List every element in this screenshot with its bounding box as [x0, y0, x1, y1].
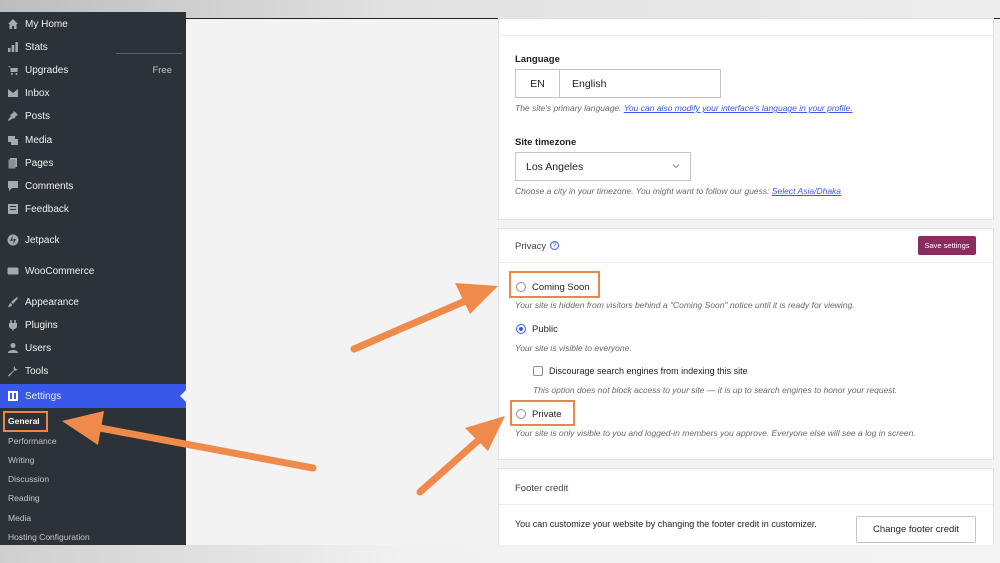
- divider: [499, 35, 993, 36]
- sidebar-item-feedback[interactable]: Feedback: [0, 198, 186, 220]
- language-label: Language: [515, 54, 560, 65]
- submenu-media[interactable]: Media: [8, 513, 31, 523]
- sidebar-item-stats[interactable]: Stats: [0, 36, 186, 58]
- timezone-hint: Choose a city in your timezone. You migh…: [515, 186, 841, 196]
- sidebar-item-label: WooCommerce: [25, 265, 95, 277]
- plugin-icon: [6, 319, 20, 331]
- jetpack-icon: [6, 234, 20, 246]
- comment-icon: [6, 180, 20, 192]
- stats-icon: [6, 41, 20, 53]
- sidebar-item-label: Posts: [25, 110, 51, 122]
- submenu-hosting-configuration[interactable]: Hosting Configuration: [8, 532, 90, 542]
- coming-soon-highlight-box: [509, 271, 600, 298]
- sidebar-item-settings[interactable]: Settings: [0, 384, 186, 408]
- pin-icon: [6, 110, 20, 122]
- language-name: English: [572, 77, 607, 90]
- woo-icon: [6, 265, 20, 277]
- footer-credit-title: Footer credit: [515, 483, 569, 494]
- timezone-value: Los Angeles: [526, 160, 584, 173]
- change-footer-credit-button[interactable]: Change footer credit: [856, 516, 976, 543]
- discourage-search-checkbox[interactable]: [533, 366, 543, 376]
- pages-icon: [6, 157, 20, 169]
- sidebar: My Home Stats Upgrades Free Inbox Posts …: [0, 12, 186, 545]
- timezone-hint-text: Choose a city in your timezone. You migh…: [515, 186, 770, 196]
- profile-language-link[interactable]: You can also modify your interface's lan…: [624, 103, 853, 113]
- public-radio[interactable]: [516, 324, 526, 334]
- sidebar-item-inbox[interactable]: Inbox: [0, 82, 186, 104]
- sidebar-item-my-home[interactable]: My Home: [0, 13, 186, 35]
- select-timezone-guess-link[interactable]: Select Asia/Dhaka: [772, 186, 841, 196]
- public-desc: Your site is visible to everyone.: [515, 343, 632, 353]
- footer-credit-panel: Footer credit You can customize your web…: [498, 468, 994, 548]
- sidebar-item-label: Upgrades: [25, 64, 69, 76]
- save-settings-button[interactable]: Save settings: [918, 236, 976, 255]
- sidebar-item-label: Media: [25, 134, 53, 146]
- private-desc: Your site is only visible to you and log…: [515, 428, 916, 438]
- sidebar-item-upgrades[interactable]: Upgrades Free: [0, 59, 186, 81]
- discourage-search-label: Discourage search engines from indexing …: [549, 366, 748, 376]
- sidebar-item-label: Stats: [25, 41, 48, 53]
- sidebar-item-label: Tools: [25, 365, 49, 377]
- cart-icon: [6, 64, 20, 76]
- site-settings-panel: Language EN English The site's primary l…: [498, 18, 994, 220]
- public-label: Public: [532, 324, 558, 335]
- inbox-icon: [6, 87, 20, 99]
- sidebar-item-appearance[interactable]: Appearance: [0, 291, 186, 313]
- media-icon: [6, 134, 20, 146]
- discourage-search-desc: This option does not block access to you…: [533, 385, 898, 395]
- sidebar-item-comments[interactable]: Comments: [0, 175, 186, 197]
- general-highlight-box: [3, 411, 48, 432]
- coming-soon-desc: Your site is hidden from visitors behind…: [515, 300, 855, 310]
- language-picker[interactable]: EN English: [515, 69, 721, 98]
- chevron-down-icon: [672, 164, 680, 169]
- sidebar-item-label: My Home: [25, 18, 68, 30]
- home-icon: [6, 18, 20, 30]
- privacy-header: Privacy ? Save settings: [499, 229, 993, 263]
- sidebar-item-woocommerce[interactable]: WooCommerce: [0, 260, 186, 282]
- footer-credit-header: Footer credit: [499, 469, 993, 505]
- sidebar-item-jetpack[interactable]: Jetpack: [0, 229, 186, 251]
- submenu-performance[interactable]: Performance: [8, 436, 57, 446]
- brush-icon: [6, 296, 20, 308]
- user-icon: [6, 342, 20, 354]
- language-code: EN: [516, 70, 560, 97]
- wrench-icon: [6, 365, 20, 377]
- sidebar-item-label: Users: [25, 342, 52, 354]
- stats-sparkline: [116, 53, 182, 54]
- language-hint: The site's primary language. You can als…: [515, 103, 853, 113]
- sidebar-item-label: Feedback: [25, 203, 69, 215]
- sidebar-item-plugins[interactable]: Plugins: [0, 314, 186, 336]
- sidebar-item-label: Settings: [25, 390, 62, 402]
- feedback-icon: [6, 203, 20, 215]
- sidebar-item-posts[interactable]: Posts: [0, 105, 186, 127]
- sidebar-item-tools[interactable]: Tools: [0, 360, 186, 382]
- arrow-to-coming-soon: [350, 283, 498, 353]
- submenu-discussion[interactable]: Discussion: [8, 474, 49, 484]
- sidebar-item-users[interactable]: Users: [0, 337, 186, 359]
- settings-icon: [6, 390, 20, 402]
- sidebar-item-label: Plugins: [25, 319, 58, 331]
- help-icon[interactable]: ?: [550, 241, 559, 250]
- sidebar-item-label: Inbox: [25, 87, 50, 99]
- timezone-select[interactable]: Los Angeles: [515, 152, 691, 181]
- arrow-to-private: [416, 416, 505, 496]
- sidebar-item-pages[interactable]: Pages: [0, 152, 186, 174]
- free-badge: Free: [152, 64, 172, 76]
- sidebar-item-label: Jetpack: [25, 234, 60, 246]
- bottom-fade-strip: [0, 545, 1000, 563]
- sidebar-item-label: Pages: [25, 157, 54, 169]
- sidebar-item-label: Appearance: [25, 296, 79, 308]
- privacy-title: Privacy: [515, 241, 547, 252]
- submenu-writing[interactable]: Writing: [8, 455, 34, 465]
- timezone-label: Site timezone: [515, 137, 577, 148]
- submenu-reading[interactable]: Reading: [8, 493, 40, 503]
- footer-credit-text: You can customize your website by changi…: [515, 519, 817, 529]
- private-highlight-box: [510, 400, 575, 426]
- sidebar-item-label: Comments: [25, 180, 74, 192]
- language-hint-text: The site's primary language.: [515, 103, 622, 113]
- sidebar-item-media[interactable]: Media: [0, 129, 186, 151]
